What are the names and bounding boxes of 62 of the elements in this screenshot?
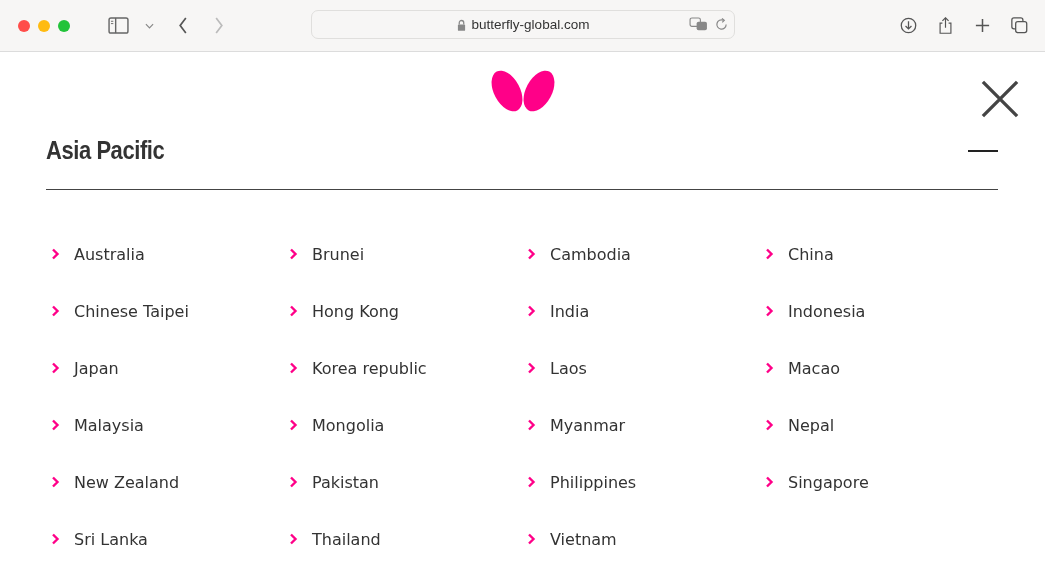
country-link[interactable]: India [527,300,765,322]
chevron-right-icon [527,248,536,260]
url-text: butterfly-global.com [471,17,590,32]
reload-icon[interactable] [715,18,728,31]
chevron-right-icon [527,533,536,545]
chevron-right-icon [765,419,774,431]
country-link[interactable]: Thailand [289,528,527,550]
chevron-right-icon [527,362,536,374]
country-link[interactable]: Indonesia [765,300,1003,322]
tabs-overview-icon[interactable] [1011,17,1028,34]
sidebar-icon[interactable] [108,17,129,34]
chevron-right-icon [527,476,536,488]
share-icon[interactable] [937,17,954,34]
country-link[interactable]: Hong Kong [289,300,527,322]
download-icon[interactable] [900,17,917,34]
country-link[interactable]: Myanmar [527,414,765,436]
country-link[interactable]: Mongolia [289,414,527,436]
chevron-right-icon [51,362,60,374]
country-link[interactable]: Nepal [765,414,1003,436]
country-link[interactable]: Pakistan [289,471,527,493]
chevron-right-icon [289,476,298,488]
country-link[interactable]: Singapore [765,471,1003,493]
chevron-down-icon[interactable] [145,22,154,29]
country-link[interactable]: Korea republic [289,357,527,379]
close-window-button[interactable] [18,19,30,32]
chevron-right-icon [289,362,298,374]
butterfly-logo[interactable] [490,68,556,114]
country-link[interactable]: Vietnam [527,528,765,550]
country-link[interactable]: Japan [51,357,289,379]
chevron-right-icon [51,419,60,431]
chevron-right-icon [51,533,60,545]
chevron-right-icon [51,305,60,317]
country-link[interactable]: Cambodia [527,243,765,265]
chevron-right-icon [527,419,536,431]
close-icon[interactable] [981,80,1019,118]
region-heading[interactable]: Asia Pacific [46,136,165,165]
country-link[interactable]: Sri Lanka [51,528,289,550]
lock-icon [456,18,466,31]
country-link[interactable]: Malaysia [51,414,289,436]
translate-icon[interactable] [689,17,708,32]
chevron-right-icon [527,305,536,317]
address-bar[interactable]: butterfly-global.com [311,10,735,39]
new-tab-icon[interactable] [974,17,991,34]
country-link[interactable]: Brunei [289,243,527,265]
back-icon[interactable] [178,17,188,34]
chevron-right-icon [765,305,774,317]
chevron-right-icon [289,305,298,317]
chevron-right-icon [765,476,774,488]
country-link[interactable]: Macao [765,357,1003,379]
country-link[interactable]: Philippines [527,471,765,493]
country-link[interactable]: New Zealand [51,471,289,493]
country-link[interactable]: Laos [527,357,765,379]
chevron-right-icon [289,248,298,260]
country-link[interactable]: Chinese Taipei [51,300,289,322]
chevron-right-icon [765,362,774,374]
country-link[interactable]: China [765,243,1003,265]
chevron-right-icon [51,476,60,488]
chevron-right-icon [51,248,60,260]
chevron-right-icon [289,533,298,545]
chevron-right-icon [289,419,298,431]
chevron-right-icon [765,248,774,260]
country-link[interactable]: Australia [51,243,289,265]
